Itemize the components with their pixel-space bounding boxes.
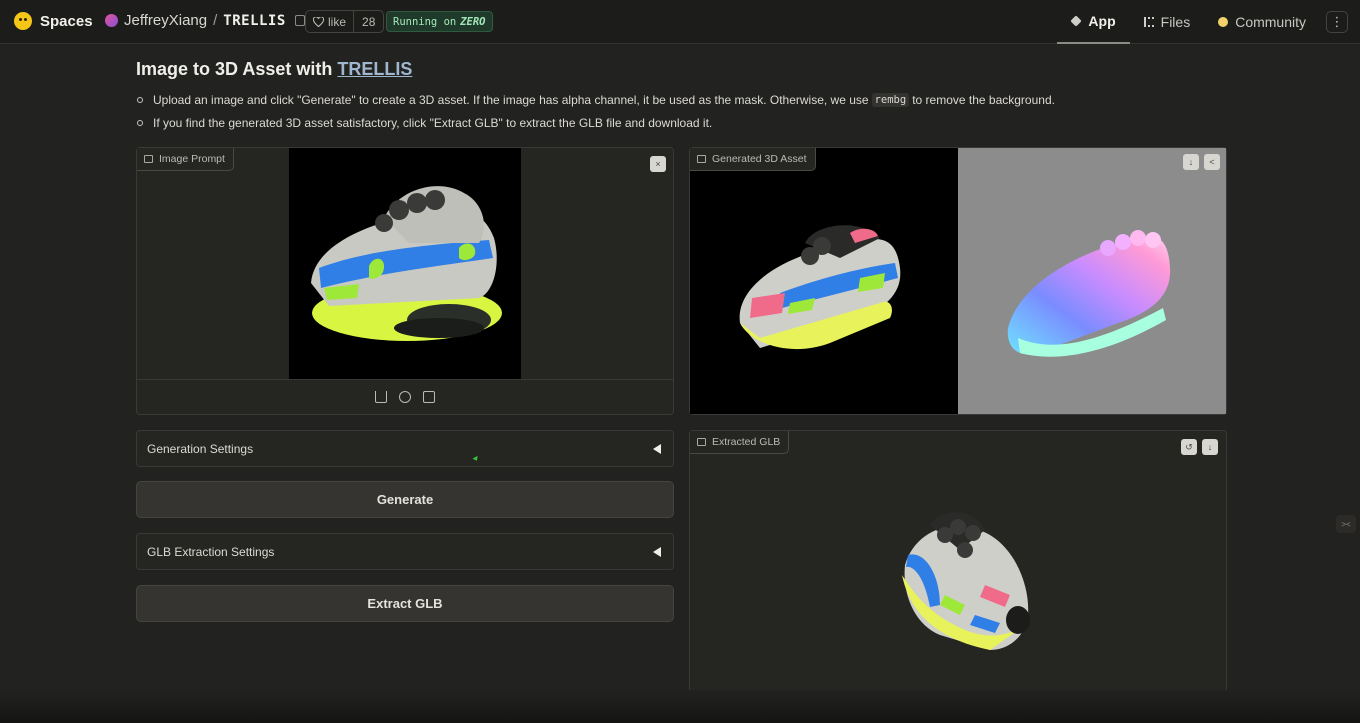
like-button[interactable]: like 28 <box>305 10 385 33</box>
generated-color-render[interactable] <box>690 148 958 414</box>
tab-files[interactable]: Files <box>1130 0 1205 44</box>
image-source-toolbar <box>375 391 435 403</box>
owner-avatar <box>105 14 118 27</box>
image-prompt-label-text: Image Prompt <box>159 153 225 165</box>
image-prompt-panel: Image Prompt × <box>136 147 674 415</box>
reset-view-button[interactable]: ↺ <box>1181 439 1197 455</box>
generate-button[interactable]: Generate <box>136 481 674 518</box>
extracted-glb-label-text: Extracted GLB <box>712 436 781 448</box>
generation-settings-accordion[interactable]: Generation Settings <box>136 430 674 467</box>
extracted-glb-label: Extracted GLB <box>690 431 790 454</box>
repo-owner-link[interactable]: JeffreyXiang <box>124 12 207 29</box>
generated-asset-label-text: Generated 3D Asset <box>712 153 807 165</box>
spaces-home-link[interactable]: Spaces <box>14 12 93 30</box>
tab-files-label: Files <box>1160 14 1191 30</box>
extract-glb-button[interactable]: Extract GLB <box>136 585 674 622</box>
files-icon <box>1143 17 1154 27</box>
tab-app[interactable]: App <box>1057 0 1130 44</box>
instructions-list: Upload an image and click "Generate" to … <box>136 90 1055 136</box>
collapse-caret-icon <box>653 444 661 454</box>
extracted-glb-panel: Extracted GLB ↺ ↓ <box>689 430 1227 700</box>
page-bottom-shadow <box>0 690 1360 723</box>
video-icon <box>697 155 706 163</box>
glb-shoe-model-icon <box>902 512 1030 650</box>
list-item: Upload an image and click "Generate" to … <box>136 90 1055 110</box>
glb-extraction-settings-accordion[interactable]: GLB Extraction Settings <box>136 533 674 570</box>
generated-asset-label: Generated 3D Asset <box>690 148 816 171</box>
inline-code: rembg <box>871 93 910 107</box>
webcam-icon[interactable] <box>399 391 411 403</box>
bullet-icon <box>137 120 143 126</box>
glb-extraction-settings-label: GLB Extraction Settings <box>147 544 275 559</box>
normal-map-shoe-icon <box>1007 230 1171 357</box>
bullet-icon <box>137 97 143 103</box>
tab-community[interactable]: Community <box>1204 0 1320 44</box>
tab-app-label: App <box>1088 13 1116 29</box>
hugging-face-logo-icon <box>14 12 32 30</box>
repo-separator: / <box>213 12 218 29</box>
trellis-link[interactable]: TRELLIS <box>337 59 412 79</box>
title-text: Image to 3D Asset with <box>136 59 338 79</box>
like-label: like <box>328 14 347 29</box>
upload-icon[interactable] <box>375 391 387 403</box>
instruction-text: Upload an image and click "Generate" to … <box>153 93 869 107</box>
image-prompt-label: Image Prompt <box>137 148 234 171</box>
top-navigation-bar: Spaces JeffreyXiang / TRELLIS like 28 Ru… <box>0 0 1360 44</box>
running-hardware: ZERO <box>460 15 486 28</box>
collapse-caret-icon <box>653 547 661 557</box>
more-options-button[interactable]: ⋮ <box>1326 11 1348 33</box>
cube-icon <box>1070 15 1083 27</box>
clipboard-icon[interactable] <box>423 391 435 403</box>
uploaded-shoe-image[interactable] <box>289 148 521 379</box>
generated-3d-asset-panel: Generated 3D Asset ↓ < <box>689 147 1227 415</box>
repo-name-link[interactable]: TRELLIS <box>223 13 286 29</box>
page-title: Image to 3D Asset with TRELLIS <box>136 59 412 80</box>
shoe-render-icon <box>739 225 901 350</box>
share-video-button[interactable]: < <box>1204 154 1220 170</box>
glb-3d-viewer[interactable] <box>690 455 1226 699</box>
clear-image-button[interactable]: × <box>650 156 666 172</box>
running-status-badge[interactable]: Running on ZERO <box>386 11 493 32</box>
like-count: 28 <box>362 14 376 29</box>
sidebar-toggle-handle[interactable]: >< <box>1336 515 1356 533</box>
generation-settings-label: Generation Settings <box>147 441 254 456</box>
copy-icon[interactable] <box>294 15 305 26</box>
tab-community-label: Community <box>1235 14 1306 30</box>
instruction-text: to remove the background. <box>912 93 1055 107</box>
generated-normal-render[interactable] <box>958 148 1226 414</box>
space-tabs: App Files Community <box>1057 0 1320 44</box>
file-icon <box>697 438 706 446</box>
spaces-label: Spaces <box>40 12 93 30</box>
heart-icon <box>313 16 324 27</box>
list-item: If you find the generated 3D asset satis… <box>136 113 1055 133</box>
running-prefix: Running on <box>393 15 457 28</box>
community-icon <box>1218 17 1229 27</box>
download-video-button[interactable]: ↓ <box>1183 154 1199 170</box>
download-glb-button[interactable]: ↓ <box>1202 439 1218 455</box>
instruction-text: If you find the generated 3D asset satis… <box>153 116 713 130</box>
repo-breadcrumb: JeffreyXiang / TRELLIS <box>105 12 305 29</box>
image-icon <box>144 155 153 163</box>
shoe-image-icon <box>311 186 502 341</box>
